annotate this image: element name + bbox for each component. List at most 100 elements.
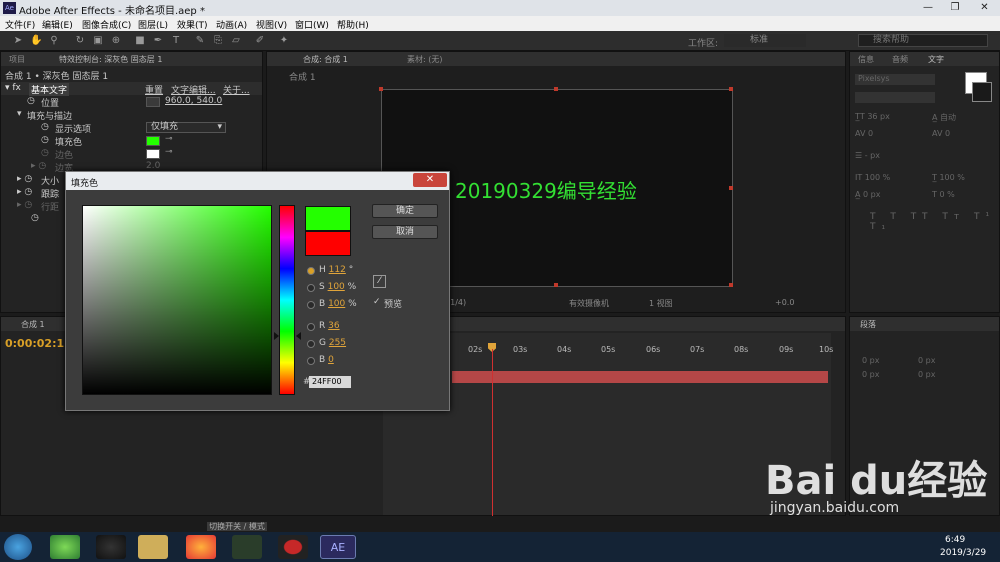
tab-project[interactable]: 项目 bbox=[9, 54, 25, 65]
camera-select[interactable]: 有效摄像机 bbox=[569, 298, 609, 309]
position-value[interactable]: 960.0, 540.0 bbox=[165, 96, 222, 109]
views-select[interactable]: 1 视图 bbox=[649, 298, 673, 309]
brightness-field[interactable]: B 100 % bbox=[319, 299, 357, 309]
stroke-color-box[interactable] bbox=[972, 82, 992, 102]
fill-stroke-group[interactable]: ▾ bbox=[17, 109, 22, 122]
comp-text-layer[interactable]: 20190329编导经验 bbox=[455, 175, 637, 204]
stroke-width-group[interactable]: ▸ ◷ bbox=[31, 161, 46, 174]
dialog-close-button[interactable]: ✕ bbox=[413, 173, 447, 187]
maximize-button[interactable]: ❐ bbox=[942, 0, 968, 16]
roto-tool-icon[interactable]: ✐ bbox=[254, 35, 266, 47]
layer-duration-bar[interactable] bbox=[452, 371, 828, 383]
indent-left-field[interactable]: 0 px bbox=[862, 356, 879, 365]
tab-character[interactable]: 文字 bbox=[928, 54, 944, 65]
font-family-select[interactable]: Pixelsys bbox=[855, 74, 935, 85]
edge-handle[interactable] bbox=[729, 186, 733, 190]
clone-tool-icon[interactable]: ⎘ bbox=[212, 35, 224, 47]
camera-tool-icon[interactable]: ▣ bbox=[92, 35, 104, 47]
blue-radio[interactable] bbox=[307, 357, 315, 365]
menu-help[interactable]: 帮助(H) bbox=[337, 18, 369, 31]
saturation-field[interactable]: S 100 % bbox=[319, 282, 356, 292]
size-group[interactable]: ▸ ◷ bbox=[17, 174, 32, 187]
current-timecode[interactable]: 0:00:02:1 bbox=[5, 337, 64, 350]
media-player-icon[interactable] bbox=[232, 535, 262, 559]
display-options-select[interactable]: 仅填充 ▾ bbox=[146, 122, 226, 133]
pan-behind-tool-icon[interactable]: ⊕ bbox=[110, 35, 122, 47]
edit-text-link[interactable]: 文字编辑... bbox=[171, 83, 216, 96]
stopwatch-icon[interactable]: ◷ bbox=[41, 135, 49, 148]
edge-handle[interactable] bbox=[554, 283, 558, 287]
app-360-icon[interactable] bbox=[50, 535, 80, 559]
stopwatch-icon[interactable]: ◷ bbox=[31, 213, 39, 226]
workspace-select[interactable]: 标准 bbox=[724, 34, 806, 47]
stroke-eyedropper-icon[interactable]: ⊸ bbox=[165, 147, 173, 160]
rotate-tool-icon[interactable]: ↻ bbox=[74, 35, 86, 47]
stopwatch-icon[interactable]: ◷ bbox=[27, 96, 35, 109]
edge-handle[interactable] bbox=[554, 87, 558, 91]
firefox-icon[interactable] bbox=[186, 535, 216, 559]
menu-edit[interactable]: 编辑(E) bbox=[42, 18, 73, 31]
about-link[interactable]: 关于... bbox=[223, 83, 250, 96]
space-before-field[interactable]: 0 px bbox=[862, 370, 879, 379]
menu-view[interactable]: 视图(V) bbox=[256, 18, 287, 31]
fill-color-swatch[interactable] bbox=[146, 136, 160, 146]
tsume-field[interactable]: T 0 % bbox=[932, 190, 955, 199]
tab-audio[interactable]: 音频 bbox=[892, 54, 908, 65]
pen-tool-icon[interactable]: ✒ bbox=[152, 35, 164, 47]
playhead-line[interactable] bbox=[492, 349, 493, 516]
tracking-group[interactable]: ▸ ◷ bbox=[17, 187, 32, 200]
red-radio[interactable] bbox=[307, 323, 315, 331]
menu-window[interactable]: 窗口(W) bbox=[295, 18, 329, 31]
line-spacing-group[interactable]: ▸ ◷ bbox=[17, 200, 32, 213]
exposure-value[interactable]: +0.0 bbox=[775, 298, 794, 307]
space-after-field[interactable]: 0 px bbox=[918, 370, 935, 379]
comp-subtab[interactable]: 合成 1 bbox=[289, 70, 316, 83]
green-radio[interactable] bbox=[307, 340, 315, 348]
tab-effect-controls[interactable]: 特效控制台: 深灰色 固态层 1 bbox=[59, 54, 162, 65]
effect-name[interactable]: 基本文字 bbox=[29, 83, 70, 96]
menu-effect[interactable]: 效果(T) bbox=[177, 18, 208, 31]
recorder-icon[interactable] bbox=[278, 535, 308, 559]
minimize-button[interactable]: — bbox=[915, 0, 941, 16]
qq-icon[interactable] bbox=[96, 535, 126, 559]
mask-tool-icon[interactable]: ■ bbox=[134, 35, 146, 47]
eraser-tool-icon[interactable]: ▱ bbox=[230, 35, 242, 47]
puppet-tool-icon[interactable]: ✦ bbox=[278, 35, 290, 47]
red-field[interactable]: R 36 bbox=[319, 321, 340, 331]
baseline-field[interactable]: A̲ 0 px bbox=[855, 190, 880, 199]
stopwatch-icon[interactable]: ◷ bbox=[41, 148, 49, 161]
horizontal-scale-field[interactable]: T̲ 100 % bbox=[932, 173, 965, 182]
saturation-brightness-field[interactable] bbox=[82, 205, 272, 395]
tab-paragraph[interactable]: 段落 bbox=[860, 319, 876, 330]
leading-field[interactable]: A̲ 自动 bbox=[932, 112, 956, 123]
green-field[interactable]: G 255 bbox=[319, 338, 346, 348]
corner-handle[interactable] bbox=[729, 87, 733, 91]
menu-layer[interactable]: 图层(L) bbox=[138, 18, 168, 31]
preview-checkbox[interactable]: ✓ bbox=[373, 297, 381, 307]
time-ruler[interactable]: 02s 03s 04s 05s 06s 07s 08s 09s 10s bbox=[453, 345, 833, 355]
hue-slider[interactable] bbox=[279, 205, 295, 395]
saturation-radio[interactable] bbox=[307, 284, 315, 292]
tab-timeline[interactable]: 合成 1 bbox=[21, 319, 45, 330]
stroke-width-field[interactable]: ☰ - px bbox=[855, 151, 880, 160]
reset-link[interactable]: 重置 bbox=[145, 83, 163, 96]
position-target-icon[interactable] bbox=[146, 97, 160, 107]
brightness-radio[interactable] bbox=[307, 301, 315, 309]
fill-eyedropper-icon[interactable]: ⊸ bbox=[165, 134, 173, 147]
vertical-scale-field[interactable]: IT 100 % bbox=[855, 173, 890, 182]
help-search-input[interactable]: 搜索帮助 bbox=[858, 34, 988, 47]
indent-right-field[interactable]: 0 px bbox=[918, 356, 935, 365]
hue-slider-right-arrow[interactable] bbox=[296, 332, 301, 340]
eyedropper-icon[interactable]: ⁄ bbox=[373, 275, 386, 288]
hand-tool-icon[interactable]: ✋ bbox=[30, 35, 42, 47]
original-color-preview[interactable] bbox=[305, 231, 351, 256]
blue-field[interactable]: B 0 bbox=[319, 355, 334, 365]
ok-button[interactable]: 确定 bbox=[372, 204, 438, 218]
menu-file[interactable]: 文件(F) bbox=[5, 18, 35, 31]
tab-info[interactable]: 信息 bbox=[858, 54, 874, 65]
file-explorer-icon[interactable] bbox=[138, 535, 168, 559]
hue-slider-left-arrow[interactable] bbox=[274, 332, 279, 340]
cancel-button[interactable]: 取消 bbox=[372, 225, 438, 239]
text-style-buttons[interactable]: T T TT Tт T¹ T₁ bbox=[870, 212, 999, 232]
font-size-field[interactable]: T̲T 36 px bbox=[855, 112, 890, 121]
